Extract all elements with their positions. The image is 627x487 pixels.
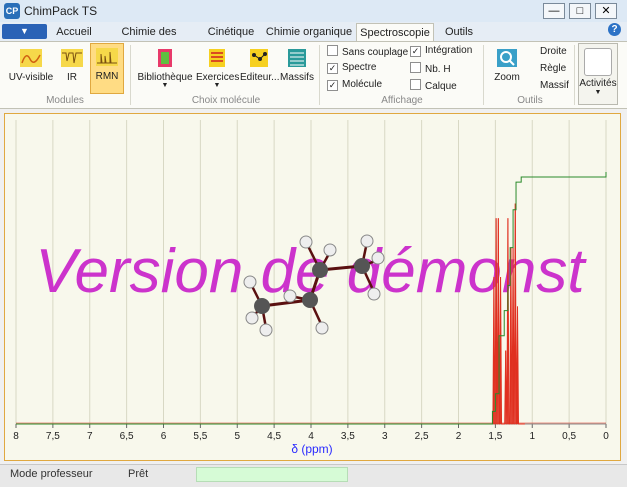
- group-separator: [130, 45, 131, 105]
- chevron-down-icon: ▼: [213, 82, 221, 89]
- group-label-outils: Outils: [517, 95, 543, 106]
- massifs-button[interactable]: Massifs: [280, 45, 314, 93]
- zoom-button[interactable]: Zoom: [490, 45, 524, 93]
- check-icon[interactable]: ✓: [327, 80, 338, 91]
- group-separator: [574, 45, 575, 105]
- ir-button[interactable]: IR: [58, 45, 86, 93]
- group-separator: [319, 45, 320, 105]
- status-state: Prêt: [128, 468, 149, 480]
- tab-cinetique[interactable]: Cinétique: [202, 23, 260, 41]
- sans-couplage-checkbox[interactable]: Sans couplage: [327, 45, 408, 58]
- integration-checkbox[interactable]: ✓ Intégration: [410, 45, 472, 57]
- group-label-modules: Modules: [46, 95, 84, 106]
- status-mode: Mode professeur: [10, 468, 93, 480]
- spectrum-panel: [4, 113, 621, 461]
- ir-spectrum-icon: [61, 49, 83, 67]
- minimize-button[interactable]: —: [543, 3, 565, 19]
- tab-chimie-solutions[interactable]: Chimie des solutions: [100, 23, 198, 56]
- nmr-spectrum-icon: [96, 48, 118, 66]
- multiplets-icon: [288, 49, 306, 67]
- maximize-button[interactable]: □: [569, 3, 591, 19]
- nb-h-checkbox[interactable]: Nb. H: [410, 62, 451, 75]
- bibliotheque-button[interactable]: Bibliothèque ▼: [136, 45, 194, 93]
- help-icon[interactable]: ?: [608, 23, 621, 36]
- tab-chimie-organique[interactable]: Chimie organique: [264, 23, 354, 41]
- calque-checkbox[interactable]: Calque: [410, 79, 457, 92]
- group-label-choix-molecule: Choix molécule: [191, 95, 261, 106]
- tab-outils[interactable]: Outils: [438, 23, 480, 41]
- activites-button[interactable]: Activités ▼: [578, 43, 618, 105]
- exercices-button[interactable]: Exercices ▼: [196, 45, 239, 93]
- uv-visible-button[interactable]: UV-visible: [8, 45, 54, 93]
- zoom-icon: [497, 49, 517, 67]
- spectre-checkbox[interactable]: ✓ Spectre: [327, 62, 376, 74]
- window-title: ChimPack TS: [24, 4, 98, 18]
- title-bar: CP ChimPack TS — □ ✕: [0, 0, 627, 23]
- status-progress-bar: [196, 467, 348, 482]
- group-label-affichage: Affichage: [381, 95, 423, 106]
- editor-icon: [250, 49, 268, 67]
- molecule-checkbox[interactable]: ✓ Molécule: [327, 79, 382, 91]
- close-button[interactable]: ✕: [595, 3, 617, 19]
- rmn-button[interactable]: RMN: [90, 43, 124, 94]
- activites-icon: [584, 48, 612, 76]
- outil-regle[interactable]: Règle: [540, 63, 566, 74]
- editeur-button[interactable]: Editeur...: [240, 45, 279, 93]
- library-icon: [158, 49, 172, 67]
- group-separator: [483, 45, 484, 105]
- checkbox-box[interactable]: [410, 62, 421, 73]
- tab-accueil[interactable]: Accueil: [52, 23, 96, 41]
- chevron-down-icon: ▼: [594, 89, 602, 96]
- uv-visible-icon: [20, 49, 42, 67]
- chevron-down-icon: ▼: [161, 82, 169, 89]
- exercises-icon: [209, 49, 225, 67]
- app-logo-icon[interactable]: CP: [4, 3, 20, 19]
- app-menu-button[interactable]: ▼: [2, 24, 47, 39]
- tab-spectroscopie[interactable]: Spectroscopie: [356, 23, 434, 41]
- check-icon[interactable]: ✓: [410, 46, 421, 57]
- outil-droite[interactable]: Droite: [540, 46, 567, 57]
- checkbox-box[interactable]: [410, 79, 421, 90]
- outil-massif[interactable]: Massif: [540, 80, 569, 91]
- checkbox-box[interactable]: [327, 45, 338, 56]
- check-icon[interactable]: ✓: [327, 63, 338, 74]
